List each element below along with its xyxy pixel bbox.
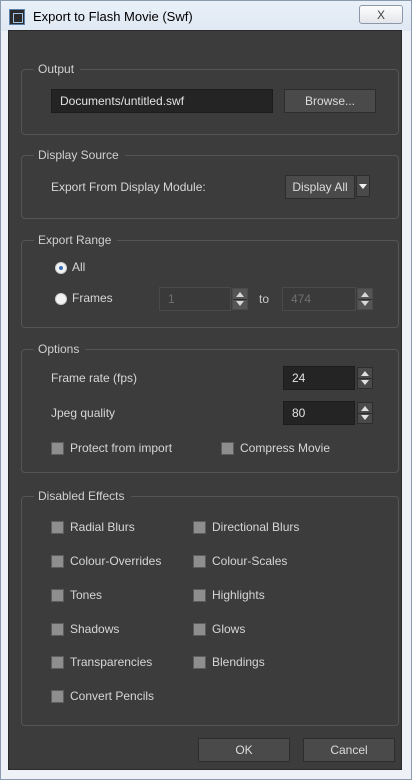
- effect-label: Transparencies: [70, 655, 153, 669]
- radio-all[interactable]: [55, 262, 67, 274]
- frames-to-stepper[interactable]: [357, 288, 373, 310]
- effect-label: Highlights: [212, 588, 265, 602]
- display-module-select[interactable]: Display All: [285, 175, 355, 199]
- effect-checkbox[interactable]: [51, 656, 64, 669]
- jpeg-quality-label: Jpeg quality: [51, 406, 116, 420]
- effect-checkbox[interactable]: [193, 521, 206, 534]
- effect-checkbox[interactable]: [51, 555, 64, 568]
- frame-rate-label: Frame rate (fps): [51, 371, 138, 385]
- frame-rate-stepper[interactable]: [357, 367, 373, 389]
- browse-button[interactable]: Browse...: [284, 89, 376, 113]
- cancel-button[interactable]: Cancel: [303, 738, 395, 762]
- frame-rate-field[interactable]: 24: [283, 366, 355, 390]
- disabled-effects-group-label: Disabled Effects: [34, 489, 131, 503]
- effect-checkbox[interactable]: [193, 656, 206, 669]
- output-group-label: Output: [34, 62, 81, 76]
- window-title: Export to Flash Movie (Swf): [33, 9, 193, 24]
- protect-checkbox[interactable]: [51, 442, 64, 455]
- effect-label: Convert Pencils: [70, 689, 155, 703]
- effect-label: Tones: [70, 588, 103, 602]
- compress-checkbox[interactable]: [221, 442, 234, 455]
- chevron-down-icon[interactable]: [356, 175, 370, 197]
- options-group-label: Options: [34, 342, 86, 356]
- effect-label: Directional Blurs: [212, 520, 300, 534]
- jpeg-quality-stepper[interactable]: [357, 402, 373, 424]
- effect-label: Colour-Scales: [212, 554, 288, 568]
- effect-label: Radial Blurs: [70, 520, 135, 534]
- protect-label: Protect from import: [70, 441, 173, 455]
- output-path-field[interactable]: Documents/untitled.swf: [51, 89, 273, 113]
- radio-all-label: All: [72, 260, 86, 274]
- export-range-group-label: Export Range: [34, 233, 118, 247]
- effect-checkbox[interactable]: [51, 690, 64, 703]
- export-range-group: [21, 240, 399, 328]
- effect-checkbox[interactable]: [193, 623, 206, 636]
- close-button[interactable]: X: [359, 5, 403, 24]
- frames-from-field[interactable]: 1: [159, 287, 231, 311]
- effect-label: Shadows: [70, 622, 120, 636]
- jpeg-quality-field[interactable]: 80: [283, 401, 355, 425]
- effect-label: Blendings: [212, 655, 265, 669]
- title-bar: Export to Flash Movie (Swf) X: [1, 1, 411, 31]
- radio-frames[interactable]: [55, 293, 67, 305]
- effect-label: Colour-Overrides: [70, 554, 162, 568]
- to-label: to: [259, 292, 270, 306]
- effect-checkbox[interactable]: [51, 521, 64, 534]
- frames-to-field[interactable]: 474: [282, 287, 356, 311]
- display-module-label: Export From Display Module:: [51, 180, 206, 194]
- effect-checkbox[interactable]: [51, 589, 64, 602]
- frames-from-stepper[interactable]: [232, 288, 248, 310]
- effect-checkbox[interactable]: [51, 623, 64, 636]
- effect-checkbox[interactable]: [193, 589, 206, 602]
- effect-label: Glows: [212, 622, 246, 636]
- effect-checkbox[interactable]: [193, 555, 206, 568]
- app-icon: [9, 9, 25, 25]
- radio-frames-label: Frames: [72, 291, 113, 305]
- compress-label: Compress Movie: [240, 441, 331, 455]
- display-source-group-label: Display Source: [34, 148, 125, 162]
- ok-button[interactable]: OK: [198, 738, 290, 762]
